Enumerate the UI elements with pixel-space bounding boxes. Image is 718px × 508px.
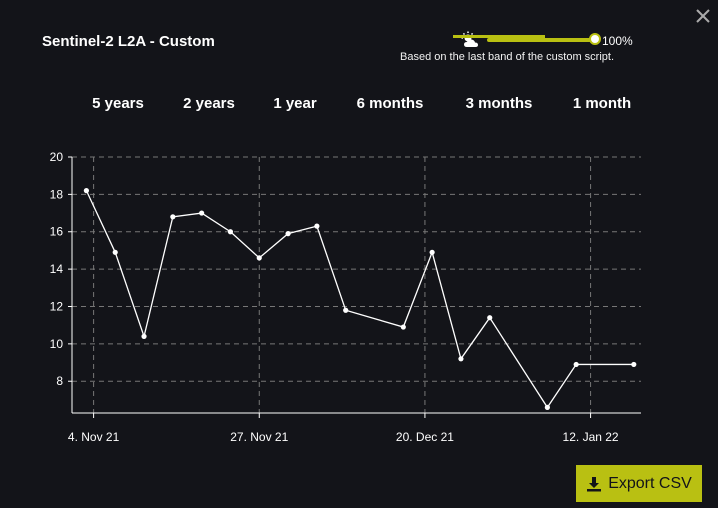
data-point (141, 333, 147, 339)
y-tick-label: 8 (56, 374, 63, 388)
data-point (487, 315, 493, 321)
data-point (343, 307, 349, 313)
data-point (631, 361, 637, 368)
y-tick-label: 10 (50, 337, 64, 351)
data-point (227, 229, 234, 235)
x-tick-label: 4. Nov 21 (68, 430, 120, 444)
line-chart: 8 10 12 14 16 18 20 4. Nov 21 27. Nov 21 20. Dec … (50, 150, 641, 444)
export-csv-label: Export CSV (608, 474, 692, 492)
x-tick-label: 12. Jan 22 (563, 430, 619, 444)
data-point (83, 188, 90, 194)
data-point (170, 214, 176, 220)
y-tick-label: 20 (50, 150, 64, 164)
data-point (256, 255, 262, 261)
y-tick-label: 14 (50, 262, 64, 276)
x-tick-label: 27. Nov 21 (230, 430, 288, 444)
download-icon (587, 476, 602, 491)
x-tick-label: 20. Dec 21 (396, 430, 454, 444)
data-point (400, 324, 406, 330)
data-point (458, 356, 464, 362)
data-point (573, 361, 579, 368)
y-tick-label: 18 (50, 187, 64, 201)
data-point (429, 249, 435, 255)
data-point (112, 249, 118, 255)
data-point (544, 404, 550, 410)
series-line (85, 190, 634, 409)
export-csv-button[interactable]: Export CSV (576, 465, 702, 502)
y-tick-label: 16 (50, 225, 64, 239)
data-point (314, 223, 320, 229)
data-point (199, 210, 205, 216)
y-tick-label: 12 (50, 299, 64, 313)
data-point (285, 231, 291, 237)
